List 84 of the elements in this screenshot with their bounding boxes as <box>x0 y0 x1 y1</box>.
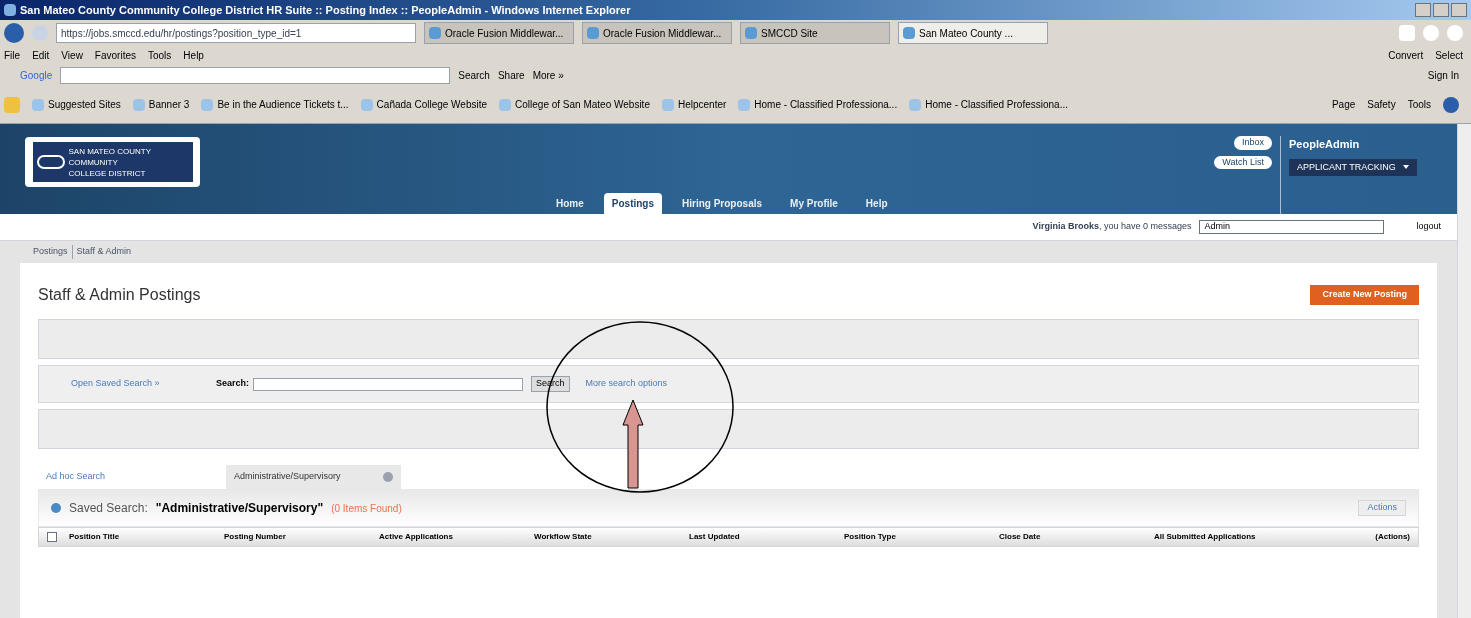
favorite-link[interactable]: College of San Mateo Website <box>499 97 650 112</box>
item-count: (0 Items Found) <box>331 501 402 516</box>
page-icon <box>738 98 751 111</box>
page-icon <box>32 98 44 111</box>
module-dropdown[interactable]: APPLICANT TRACKING <box>1289 158 1417 176</box>
search-tab[interactable]: Administrative/Supervisory <box>226 465 401 489</box>
page-icon <box>587 27 599 39</box>
favorite-link[interactable]: Home - Classified Professiona... <box>738 97 898 112</box>
actions-button[interactable]: Actions <box>1358 500 1406 516</box>
column-header[interactable]: Posting Number <box>224 531 379 543</box>
caret-icon <box>1403 165 1409 170</box>
toolbar-button[interactable]: Search <box>458 67 490 83</box>
address-field[interactable]: https://jobs.smccd.edu/hr/postings?position_type_id=1 <box>56 23 416 43</box>
browser-tab[interactable]: Oracle Fusion Middlewar... <box>582 22 732 44</box>
favorite-link[interactable]: Be in the Audience Tickets t... <box>201 97 349 112</box>
nav-tab[interactable]: Postings <box>603 193 663 214</box>
toolbar-button[interactable]: Share <box>497 67 525 83</box>
toolbar-button[interactable]: Convert <box>1388 47 1424 63</box>
favorite-link[interactable]: Banner 3 <box>132 97 190 112</box>
brand-name: PeopleAdmin <box>1289 137 1361 152</box>
page-icon <box>903 27 915 39</box>
page-icon <box>360 98 373 111</box>
sign-in-link[interactable]: Sign In <box>1427 67 1467 83</box>
browser-icon <box>4 4 16 16</box>
column-header[interactable]: Position Type <box>844 531 999 543</box>
menu-item[interactable]: Tools <box>148 47 172 63</box>
favorite-link[interactable]: Cañada College Website <box>360 97 488 112</box>
column-header[interactable]: Position Title <box>69 531 224 543</box>
browser-tab[interactable]: Oracle Fusion Middlewar... <box>424 22 574 44</box>
page-icon <box>745 27 757 39</box>
command-button[interactable]: Tools <box>1407 96 1431 113</box>
column-header[interactable]: Close Date <box>999 531 1154 543</box>
column-header[interactable]: All Submitted Applications <box>1154 531 1309 543</box>
create-posting-button[interactable]: Create New Posting <box>1310 285 1419 305</box>
nav-tab[interactable]: Home <box>548 193 592 214</box>
toolbar-button[interactable]: Select <box>1435 47 1463 63</box>
favorite-link[interactable]: Home - Classified Professiona... <box>909 97 1068 112</box>
column-header[interactable]: Active Applications <box>379 531 534 543</box>
command-button[interactable]: Safety <box>1367 96 1396 113</box>
column-header[interactable]: Last Updated <box>689 531 844 543</box>
page-icon <box>499 98 512 111</box>
breadcrumb-current: Staff & Admin <box>76 245 131 259</box>
favorite-link[interactable]: Helpcenter <box>661 97 727 112</box>
favorite-link[interactable]: Suggested Sites <box>32 97 121 112</box>
browser-tab[interactable]: SMCCD Site <box>740 22 890 44</box>
page-icon <box>429 27 441 39</box>
toolbar-logo: Google <box>20 68 53 83</box>
nav-tab[interactable]: My Profile <box>782 193 846 214</box>
saved-search-name: "Administrative/Supervisory" <box>155 500 324 517</box>
breadcrumb-link[interactable]: Postings <box>33 245 73 259</box>
saved-search-link[interactable]: Open Saved Search » <box>71 377 208 391</box>
info-icon <box>51 503 61 513</box>
search-tab[interactable]: Ad hoc Search <box>38 465 226 489</box>
command-button[interactable]: Page <box>1331 96 1356 113</box>
search-label: Search: <box>216 377 250 391</box>
page-title: Staff & Admin Postings <box>38 285 201 305</box>
nav-tab[interactable]: Help <box>857 193 896 214</box>
menu-item[interactable]: Help <box>183 47 204 63</box>
menu-item[interactable]: File <box>4 47 21 63</box>
google-search-field[interactable] <box>60 66 451 84</box>
column-header[interactable]: (Actions) <box>1375 531 1410 543</box>
inbox-button[interactable]: Inbox <box>1233 136 1272 150</box>
menu-item[interactable]: Favorites <box>94 47 136 63</box>
logo-text: SAN MATEO COUNTY COMMUNITY COLLEGE DISTRICT <box>68 145 152 179</box>
saved-search-label: Saved Search: <box>69 500 148 517</box>
logout-link[interactable]: logout <box>1416 220 1441 234</box>
page-icon <box>661 98 674 111</box>
role-select[interactable]: Admin <box>1199 220 1385 234</box>
column-header[interactable]: Workflow State <box>534 531 689 543</box>
window-title: San Mateo County Community College District HR Suite :: Posting Index :: PeopleAdmin - Windows Internet Explorer <box>20 2 631 18</box>
browser-tab[interactable]: San Mateo County ... <box>898 22 1048 44</box>
page-icon <box>132 98 145 111</box>
watch-list-button[interactable]: Watch List <box>1214 155 1272 169</box>
toolbar-button[interactable]: More » <box>532 67 564 83</box>
menu-item[interactable]: View <box>61 47 83 63</box>
nav-tab[interactable]: Hiring Proposals <box>674 193 771 214</box>
page-icon <box>201 98 214 111</box>
rings-icon <box>36 155 65 169</box>
user-greeting: Virginia Brooks, you have 0 messages <box>1032 220 1192 234</box>
menu-item[interactable]: Edit <box>32 47 50 63</box>
select-all-checkbox[interactable] <box>47 532 57 542</box>
page-icon <box>909 98 922 111</box>
search-field[interactable] <box>253 377 524 391</box>
more-options-link[interactable]: More search options <box>585 377 668 391</box>
